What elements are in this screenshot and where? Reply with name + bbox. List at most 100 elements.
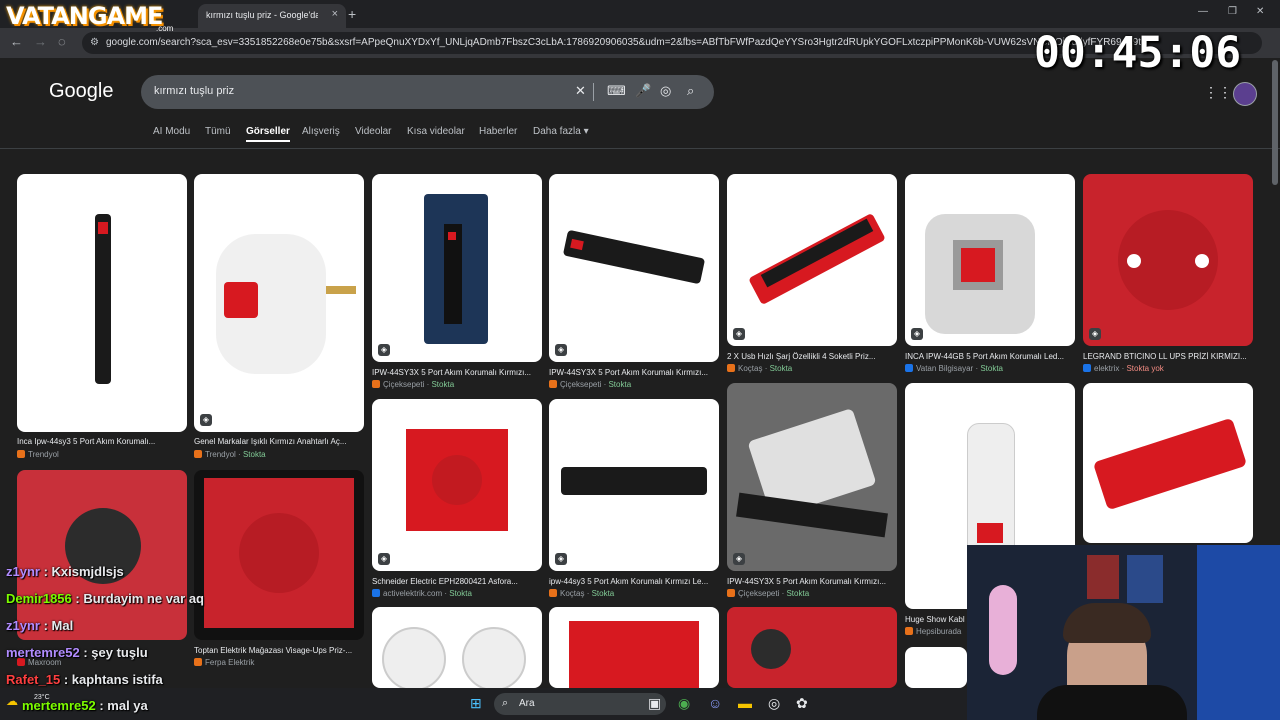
google-logo[interactable]: Google <box>49 80 114 103</box>
image-result[interactable]: ◈ 2 X Usb Hızlı Şarj Özellikli 4 Soketli… <box>727 174 897 374</box>
apps-grid-icon[interactable]: ⋮⋮ <box>1204 84 1232 101</box>
result-source[interactable]: Ferpa Elektrik <box>194 658 254 667</box>
task-view-icon[interactable]: ▣ <box>648 695 661 712</box>
result-source[interactable]: Koçtaş · Stokta <box>727 364 792 373</box>
discord-icon[interactable]: ☺ <box>708 695 722 711</box>
image-result[interactable]: ◈ LEGRAND BTICINO LL UPS PRİZİ KIRMIZI..… <box>1083 174 1253 374</box>
result-title[interactable]: Toptan Elektrik Mağazası Visage-Ups Priz… <box>194 646 364 655</box>
forward-icon[interactable]: → <box>34 34 47 49</box>
result-source[interactable]: Çiçeksepeti · Stokta <box>372 380 454 389</box>
image-result[interactable] <box>549 607 719 688</box>
image-result[interactable] <box>727 607 897 688</box>
microphone-icon[interactable]: 🎤 <box>635 83 651 99</box>
result-title[interactable]: IPW-44SY3X 5 Port Akım Korumalı Kırmızı.… <box>549 368 719 377</box>
result-thumbnail[interactable]: ◈ <box>194 174 364 432</box>
result-thumbnail[interactable]: ◈ <box>727 383 897 571</box>
result-thumbnail[interactable] <box>194 470 364 640</box>
image-result[interactable]: ◈ INCA IPW-44GB 5 Port Akım Korumalı Led… <box>905 174 1075 374</box>
result-thumbnail[interactable] <box>905 647 967 688</box>
image-result[interactable]: Toptan Elektrik Mağazası Visage-Ups Priz… <box>194 470 364 670</box>
back-icon[interactable]: ← <box>10 34 23 49</box>
result-thumbnail[interactable]: ◈ <box>727 174 897 346</box>
obs-icon[interactable]: ◎ <box>768 695 780 712</box>
image-result[interactable]: ◈ ipw-44sy3 5 Port Akım Korumalı Kırmızı… <box>549 399 719 599</box>
clear-search-icon[interactable]: ✕ <box>575 83 586 99</box>
close-window-icon[interactable]: ✕ <box>1256 6 1264 17</box>
result-title[interactable]: Inca Ipw-44sy3 5 Port Akım Korumalı... <box>17 437 187 446</box>
result-source[interactable]: Koçtaş · Stokta <box>549 589 614 598</box>
result-thumbnail[interactable]: ◈ <box>549 399 719 571</box>
image-result[interactable] <box>905 647 967 688</box>
taskbar-search[interactable]: ⌕ Ara <box>494 693 666 715</box>
result-thumbnail[interactable]: ◈ <box>372 399 542 571</box>
result-thumbnail[interactable] <box>17 470 187 640</box>
tab-videos[interactable]: Videolar <box>355 126 392 137</box>
tab-ai-mode[interactable]: AI Modu <box>153 126 190 137</box>
result-title[interactable]: INCA IPW-44GB 5 Port Akım Korumalı Led..… <box>905 352 1075 361</box>
image-result[interactable]: ◈ IPW-44SY3X 5 Port Akım Korumalı Kırmız… <box>727 383 897 599</box>
result-thumbnail[interactable] <box>17 174 187 432</box>
result-thumbnail[interactable] <box>1083 383 1253 543</box>
result-thumbnail[interactable]: ◈ <box>549 174 719 362</box>
browser-tab[interactable]: kırmızı tuşlu priz - Google'da Ar × <box>198 4 346 28</box>
tab-images[interactable]: Görseller <box>246 126 290 142</box>
tab-more[interactable]: Daha fazla ▾ <box>533 126 589 137</box>
image-result[interactable]: ◈ Genel Markalar Işıklı Kırmızı Anahtarl… <box>194 174 364 460</box>
site-info-icon[interactable]: ⚙ <box>90 37 99 48</box>
new-tab-icon[interactable]: + <box>348 6 356 22</box>
weather-icon[interactable]: ☁ <box>6 694 18 708</box>
result-source[interactable]: Vatan Bilgisayar · Stokta <box>905 364 1003 373</box>
image-result[interactable] <box>1083 383 1253 543</box>
tab-all[interactable]: Tümü <box>205 126 231 137</box>
result-thumbnail[interactable]: ◈ <box>372 174 542 362</box>
result-source[interactable]: Çiçeksepeti · Stokta <box>727 589 809 598</box>
result-title[interactable]: 2 X Usb Hızlı Şarj Özellikli 4 Soketli P… <box>727 352 897 361</box>
image-result[interactable]: ◈ IPW-44SY3X 5 Port Akım Korumalı Kırmız… <box>549 174 719 389</box>
image-result[interactable]: Inca Ipw-44sy3 5 Port Akım Korumalı... T… <box>17 174 187 460</box>
image-result[interactable] <box>372 607 542 688</box>
result-thumbnail[interactable] <box>727 607 897 688</box>
result-source[interactable]: Hepsiburada <box>905 627 961 636</box>
tab-short-videos[interactable]: Kısa videolar <box>407 126 465 137</box>
close-tab-icon[interactable]: × <box>332 8 338 20</box>
result-source[interactable]: Trendyol · Stokta <box>194 450 266 459</box>
chat-text: Mal <box>51 618 74 633</box>
result-thumbnail[interactable] <box>372 607 542 688</box>
result-title[interactable]: LEGRAND BTICINO LL UPS PRİZİ KIRMIZI... <box>1083 352 1253 361</box>
result-title[interactable]: IPW-44SY3X 5 Port Akım Korumalı Kırmızı.… <box>727 577 897 586</box>
scrollbar[interactable] <box>1272 60 1278 185</box>
lens-icon[interactable]: ◎ <box>660 83 671 99</box>
file-explorer-icon[interactable]: ▬ <box>738 695 752 711</box>
source-name: Hepsiburada <box>916 627 962 636</box>
result-source[interactable]: Çiçeksepeti · Stokta <box>549 380 631 389</box>
result-source[interactable]: activelektrik.com · Stokta <box>372 589 472 598</box>
result-thumbnail[interactable]: ◈ <box>1083 174 1253 346</box>
result-thumbnail[interactable] <box>549 607 719 688</box>
result-title[interactable]: ipw-44sy3 5 Port Akım Korumalı Kırmızı L… <box>549 577 719 586</box>
app-icon[interactable]: ✿ <box>796 695 808 712</box>
tab-shopping[interactable]: Alışveriş <box>302 126 340 137</box>
result-source[interactable]: elektrix · Stokta yok <box>1083 364 1164 373</box>
stop-loading-icon[interactable]: ◌ <box>58 34 66 49</box>
result-title[interactable]: IPW-44SY3X 5 Port Akım Korumalı Kırmızı.… <box>372 368 542 377</box>
header-divider <box>0 148 1280 149</box>
result-title[interactable]: Huge Show Kabl <box>905 615 965 624</box>
image-result[interactable]: ◈ IPW-44SY3X 5 Port Akım Korumalı Kırmız… <box>372 174 542 389</box>
search-box[interactable]: kırmızı tuşlu priz ✕ ⌨ 🎤 ◎ ⌕ <box>141 75 714 109</box>
result-thumbnail[interactable]: ◈ <box>905 174 1075 346</box>
result-source[interactable]: Trendyol <box>17 450 59 459</box>
stock-status: Stokta <box>786 589 810 598</box>
minimize-icon[interactable]: — <box>1198 6 1208 17</box>
streamer-body <box>1037 685 1187 720</box>
restore-icon[interactable]: ❐ <box>1228 6 1237 17</box>
image-result[interactable]: ◈ Schneider Electric EPH2800421 Asfora..… <box>372 399 542 599</box>
keyboard-icon[interactable]: ⌨ <box>607 83 626 99</box>
avatar[interactable] <box>1233 82 1257 106</box>
search-icon[interactable]: ⌕ <box>687 83 694 99</box>
chrome-icon[interactable]: ◉ <box>678 695 690 712</box>
search-input[interactable]: kırmızı tuşlu priz <box>154 85 234 97</box>
start-icon[interactable]: ⊞ <box>470 695 482 712</box>
result-title[interactable]: Schneider Electric EPH2800421 Asfora... <box>372 577 542 586</box>
result-title[interactable]: Genel Markalar Işıklı Kırmızı Anahtarlı … <box>194 437 364 446</box>
tab-news[interactable]: Haberler <box>479 126 517 137</box>
